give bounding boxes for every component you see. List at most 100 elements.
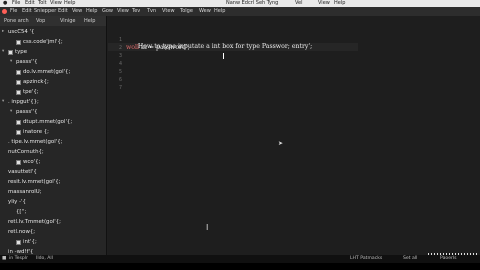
tree-item[interactable]: ▾ passs''{	[0, 57, 106, 67]
menu-item[interactable]: Sniepper	[34, 7, 56, 16]
menu-item[interactable]: View	[117, 7, 129, 16]
file-icon	[16, 40, 21, 45]
menu-item[interactable]: Tolge	[180, 7, 193, 16]
status-syntax[interactable]: LHT Patmacks	[350, 255, 382, 263]
status-indicator-icon: ■	[2, 256, 7, 261]
tree-item[interactable]: inatore {;	[0, 127, 106, 137]
bottom-strip	[0, 263, 480, 270]
editor-window: Fle Edit Sniepper Edit Vew Help Gow View…	[0, 7, 480, 263]
sys-menu-item[interactable]: Vel	[295, 0, 303, 7]
sidebar-header: Pone arch Vop Vinige Help	[0, 16, 106, 26]
line-number: 4	[118, 61, 122, 67]
line-number: 5	[118, 69, 122, 75]
tree-item-label: dtupt.mmet(gol'{;	[23, 119, 73, 125]
chevron-down-icon[interactable]: ▾	[2, 47, 7, 57]
apple-icon[interactable]: ●	[3, 0, 7, 7]
sys-menu-item[interactable]: Help	[334, 0, 345, 7]
tree-item-label: do.lv.mmet(gol'{;	[23, 69, 71, 75]
tree-item[interactable]: retl.now{;	[0, 227, 106, 237]
file-icon	[16, 80, 21, 85]
line-number: 1	[118, 37, 122, 43]
menu-item[interactable]: Help	[214, 7, 225, 16]
code-text: in = password';	[138, 44, 190, 51]
tree-item[interactable]: do.lv.mmet(gol'{;	[0, 67, 106, 77]
chevron-down-icon[interactable]: ▾	[10, 57, 15, 67]
tree-item[interactable]: ▾ passs''{	[0, 107, 106, 117]
tree-item[interactable]: int'{;	[0, 237, 106, 247]
file-tree-sidebar: Pone arch Vop Vinige Help ▸ uscC54 '{ css.…	[0, 16, 107, 263]
tree-item[interactable]: ▾ type	[0, 47, 106, 57]
menu-item[interactable]: Fle	[10, 7, 17, 16]
tree-item[interactable]: vasuttetl'{	[0, 167, 106, 177]
sidebar-tab[interactable]: Help	[84, 16, 95, 26]
tree-item-label: passs''{	[16, 109, 38, 115]
sys-menu-item[interactable]: View	[318, 0, 330, 7]
status-bar: ■ in Tesplr Ildo, All LHT Patmacks Set a…	[0, 255, 480, 263]
tree-item[interactable]: retl.lv.Tmmet(gol'{;	[0, 217, 106, 227]
chevron-down-icon[interactable]: ▾	[2, 97, 7, 107]
tree-item[interactable]: dtupt.mmet(gol'{;	[0, 117, 106, 127]
menu-item[interactable]: Edit	[58, 7, 68, 16]
sidebar-tab[interactable]: Vop	[36, 16, 45, 26]
tree-item-label: inatore {;	[23, 129, 50, 135]
menu-item[interactable]: Vtew	[162, 7, 175, 16]
sys-menu-item[interactable]: File	[12, 0, 20, 7]
line-number: 7	[118, 85, 122, 91]
line-number: 3	[118, 53, 122, 59]
tree-item[interactable]: ▸ uscC54 '{	[0, 27, 106, 37]
tree-item[interactable]: tpe'{;	[0, 87, 106, 97]
code-line-2[interactable]: woll in = password';	[126, 44, 190, 51]
tree-item-label: int'{;	[23, 239, 37, 245]
file-icon	[8, 50, 13, 55]
code-editor[interactable]: 1234567 How to type inputate a int box f…	[108, 16, 480, 263]
sys-menu-item[interactable]: Tolt	[38, 0, 47, 7]
menu-item[interactable]: Help	[86, 7, 97, 16]
menu-item[interactable]: Edit	[22, 7, 32, 16]
tree-item-label: tpe'{;	[23, 89, 39, 95]
status-position: Ildo, All	[36, 256, 53, 261]
tree-item-label: resit.lv.mmet(gol'{;	[8, 179, 61, 185]
tree-item-label: retl.lv.Tmmet(gol'{;	[8, 219, 61, 225]
status-left: in Tesplr	[9, 256, 28, 261]
tree-item[interactable]: css.code'jml'{;	[0, 37, 106, 47]
menu-item[interactable]: Vew	[72, 7, 82, 16]
menu-item[interactable]: Tvn	[147, 7, 156, 16]
text-cursor	[223, 53, 224, 59]
tree-item-label: css.code'jml'{;	[23, 39, 63, 45]
tree-item[interactable]: apzinck{;	[0, 77, 106, 87]
line-number: 2	[118, 45, 122, 51]
tree-item[interactable]: {['';	[0, 207, 106, 217]
tree-item-label: yliy -'{	[8, 199, 26, 205]
menu-item[interactable]: Wew	[199, 7, 211, 16]
ibeam-cursor-icon: I	[206, 223, 209, 232]
tree-item-label: wco'{;	[23, 159, 41, 165]
tree-item-label: . tipe.lv.mmet(gol'{;	[8, 139, 63, 145]
sys-menu-item[interactable]: Help	[64, 0, 75, 7]
sys-menu-item[interactable]: Edit	[25, 0, 35, 7]
sidebar-tab[interactable]: Pone arch	[4, 16, 29, 26]
tree-item[interactable]: . tipe.lv.mmet(gol'{;	[0, 137, 106, 147]
tree-item[interactable]: ▾. inpgut'{};	[0, 97, 106, 107]
tree-item-label: type	[15, 49, 28, 55]
system-menu-bar: ● File Edit Tolt View Help Nanw Edcrl Se…	[0, 0, 480, 7]
chevron-down-icon[interactable]: ▾	[10, 107, 15, 117]
chevron-right-icon[interactable]: ▸	[2, 27, 7, 37]
app-menu-bar: Fle Edit Sniepper Edit Vew Help Gow View…	[0, 7, 480, 16]
tree-item[interactable]: yliy -'{	[0, 197, 106, 207]
file-icon	[16, 70, 21, 75]
tree-item-label: passs''{	[16, 59, 38, 65]
tree-item[interactable]: massanrolU;	[0, 187, 106, 197]
sidebar-tab[interactable]: Vinige	[60, 16, 76, 26]
tree-item[interactable]: wco'{;	[0, 157, 106, 167]
tree-item-label: massanrolU;	[8, 189, 42, 195]
status-encoding[interactable]: Paoerls	[440, 255, 457, 263]
menu-item[interactable]: Tev	[132, 7, 140, 16]
sys-menu-item[interactable]: View	[50, 0, 62, 7]
close-window-icon[interactable]	[2, 9, 7, 14]
tree-item[interactable]: resit.lv.mmet(gol'{;	[0, 177, 106, 187]
tree-item[interactable]: nutCornuth{;	[0, 147, 106, 157]
status-indent[interactable]: Set all	[403, 255, 417, 263]
file-icon	[16, 240, 21, 245]
file-icon	[16, 90, 21, 95]
menu-item[interactable]: Gow	[102, 7, 113, 16]
